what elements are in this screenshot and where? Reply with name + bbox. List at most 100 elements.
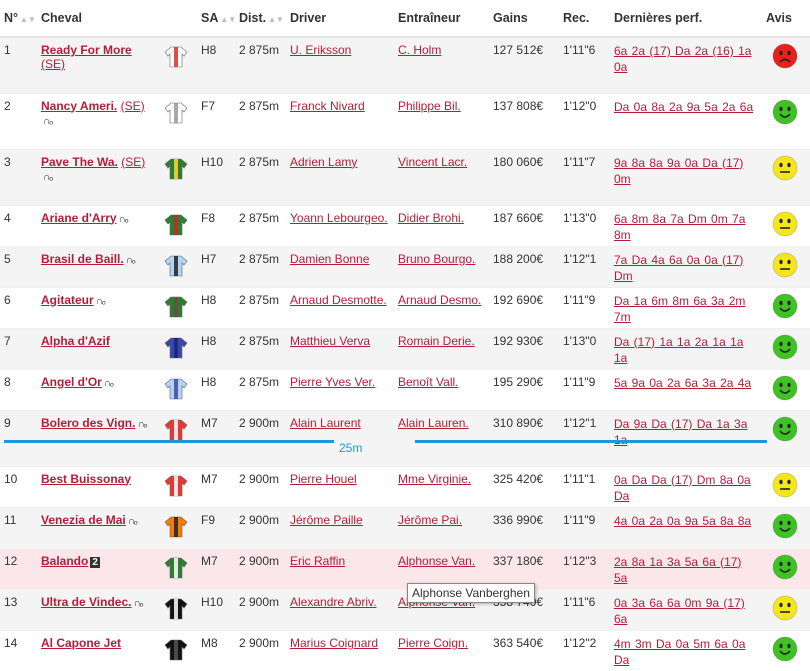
horse-name-link[interactable]: Agitateur (41, 293, 94, 307)
table-row[interactable]: 10 Best Buissonay M7 2 900m Pierre Houel Mme… (0, 465, 810, 507)
driver-link[interactable]: Matthieu Verva (290, 334, 370, 348)
driver-link[interactable]: Marius Coignard (290, 636, 378, 650)
driver-link[interactable]: Pierre Houel (290, 472, 357, 486)
record: 1'11"1 (559, 465, 610, 507)
horse-name-link[interactable]: Pave The Wa. (41, 155, 118, 169)
horse-name-link[interactable]: Alpha d'Azif (41, 334, 110, 348)
table-row[interactable]: 14 Al Capone Jet M8 2 900m Marius Coignard P… (0, 629, 810, 671)
sort-icon[interactable]: ▲▼ (20, 15, 36, 24)
performance-text[interactable]: Da (17) 1a 1a 2a 1a 1a 1a (614, 335, 743, 365)
trainer-link[interactable]: Benoît Vall. (398, 375, 458, 389)
row-number: 13 (0, 588, 37, 630)
horse-name-link[interactable]: Nancy Ameri. (41, 99, 117, 113)
table-row[interactable]: 12 Balando 2 M7 2 900m Eric Raffin Alphonse V… (0, 547, 810, 589)
table-row[interactable]: 8 Angel d'Or ∩ₒ H8 2 875m Pierre Yves Ver. Be… (0, 368, 810, 410)
driver-link[interactable]: Adrien Lamy (290, 155, 357, 169)
driver-link[interactable]: Yoann Lebourgeo. (290, 211, 388, 225)
driver-link[interactable]: U. Eriksson (290, 43, 351, 57)
performance-text[interactable]: Da 1a 6m 8m 6a 3a 2m 7m (614, 294, 745, 324)
trainer-link[interactable]: Romain Derie. (398, 334, 475, 348)
horse-name-link[interactable]: Ready For More (41, 43, 132, 57)
driver-link[interactable]: Arnaud Desmotte. (290, 293, 387, 307)
driver-link[interactable]: Damien Bonne (290, 252, 369, 266)
table-row[interactable]: 6 Agitateur ∩ₒ H8 2 875m Arnaud Desmotte. Arn… (0, 286, 810, 328)
last-performances[interactable]: Da (17) 1a 1a 2a 1a 1a 1a (610, 327, 762, 369)
performance-text[interactable]: 4m 3m Da 0a 5m 6a 0a Da (614, 637, 745, 667)
driver-cell: Pierre Yves Ver. (286, 368, 394, 410)
last-performances[interactable]: 7a Da 4a 6a 0a 0a (17) Dm (610, 245, 762, 287)
driver-link[interactable]: Franck Nivard (290, 99, 365, 113)
table-row[interactable]: 3 Pave The Wa. (SE) ∩ₒ H10 2 875m Adrien Lam… (0, 148, 810, 205)
last-performances[interactable]: Da 0a 8a 2a 9a 5a 2a 6a (610, 92, 762, 149)
driver-link[interactable]: Alain Laurent (290, 416, 361, 430)
trainer-link[interactable]: Alain Lauren. (398, 416, 469, 430)
gains: 137 808€ (489, 92, 559, 149)
last-performances[interactable]: Da 1a 6m 8m 6a 3a 2m 7m (610, 286, 762, 328)
sort-icon[interactable]: ▲▼ (220, 15, 236, 24)
jersey-cell (159, 629, 197, 671)
table-row[interactable]: 13 Ultra de Vindec. ∩ₒ H10 2 900m Alexandre … (0, 588, 810, 630)
horse-name-link[interactable]: Best Buissonay (41, 472, 131, 486)
trainer-link[interactable]: Didier Brohi. (398, 211, 464, 225)
performance-text[interactable]: 6a 2a (17) Da 2a (16) 1a 0a (614, 44, 751, 74)
trainer-link[interactable]: Pierre Coign. (398, 636, 468, 650)
table-row[interactable]: 5 Brasil de Baill. ∩ₒ H7 2 875m Damien Bonne… (0, 245, 810, 287)
header-dist[interactable]: Dist. ▲▼ (235, 0, 286, 38)
jersey-cell (159, 368, 197, 410)
horse-name-link[interactable]: Al Capone Jet (41, 636, 121, 650)
horse-name-link[interactable]: Venezia de Mai (41, 513, 126, 527)
horse-name-link[interactable]: Ariane d'Arry (41, 211, 117, 225)
table-row[interactable]: 7 Alpha d'Azif H8 2 875m Matthieu Verva Roma… (0, 327, 810, 369)
trainer-link[interactable]: Bruno Bourgo. (398, 252, 475, 266)
last-performances[interactable]: 6a 2a (17) Da 2a (16) 1a 0a (610, 36, 762, 93)
last-performances[interactable]: 0a 3a 6a 6a 0m 9a (17) 6a (610, 588, 762, 630)
horse-cell: Venezia de Mai ∩ₒ (37, 506, 159, 548)
performance-text[interactable]: 9a 8a 8a 9a 0a Da (17) 0m (614, 156, 743, 186)
trainer-link[interactable]: Arnaud Desmo. (398, 293, 481, 307)
last-performances[interactable]: 4a 0a 2a 0a 9a 5a 8a 8a (610, 506, 762, 548)
horse-name-link[interactable]: Angel d'Or (41, 375, 102, 389)
driver-link[interactable]: Jérôme Paille (290, 513, 363, 527)
last-performances[interactable]: 0a Da Da (17) Dm 8a 0a Da (610, 465, 762, 507)
performance-text[interactable]: 4a 0a 2a 0a 9a 5a 8a 8a (614, 514, 751, 528)
horseshoe-icon: ∩ₒ (43, 171, 53, 183)
driver-link[interactable]: Alexandre Abriv. (290, 595, 377, 609)
sort-icon[interactable]: ▲▼ (268, 15, 284, 24)
performance-text[interactable]: 7a Da 4a 6a 0a 0a (17) Dm (614, 253, 743, 283)
horse-cell: Bolero des Vign. ∩ₒ (37, 409, 159, 466)
driver-link[interactable]: Eric Raffin (290, 554, 345, 568)
header-gains: Gains (489, 0, 559, 38)
performance-text[interactable]: 0a Da Da (17) Dm 8a 0a Da (614, 473, 751, 503)
horse-name-link[interactable]: Balando (41, 554, 88, 568)
header-sa[interactable]: SA ▲▼ (197, 0, 236, 38)
trainer-link[interactable]: Alphonse Van. (398, 554, 475, 568)
trainer-link[interactable]: Jérôme Pai. (398, 513, 462, 527)
trainer-link[interactable]: C. Holm (398, 43, 441, 57)
table-row[interactable]: 9 Bolero des Vign. ∩ₒ M7 2 900m Alain Lauren… (0, 409, 810, 466)
last-performances[interactable]: 6a 8m 8a 7a Dm 0m 7a 8m (610, 204, 762, 246)
performance-text[interactable]: 2a 8a 1a 3a 5a 6a (17) 5a (614, 555, 741, 585)
last-performances[interactable]: 9a 8a 8a 9a 0a Da (17) 0m (610, 148, 762, 205)
last-performances[interactable]: 4m 3m Da 0a 5m 6a 0a Da (610, 629, 762, 671)
performance-text[interactable]: 5a 9a 0a 2a 6a 3a 2a 4a (614, 376, 751, 390)
horse-name-link[interactable]: Ultra de Vindec. (41, 595, 131, 609)
trainer-link[interactable]: Vincent Lacr. (398, 155, 467, 169)
table-row[interactable]: 1 Ready For More (SE) H8 2 875m U. Eriksson… (0, 36, 810, 93)
last-performances[interactable]: 2a 8a 1a 3a 5a 6a (17) 5a (610, 547, 762, 589)
table-row[interactable]: 2 Nancy Ameri. (SE) ∩ₒ F7 2 875m Franck Niva… (0, 92, 810, 149)
last-performances[interactable]: Da 9a Da (17) Da 1a 3a 1a (610, 409, 762, 466)
trainer-link[interactable]: Philippe Bil. (398, 99, 461, 113)
performance-text[interactable]: 0a 3a 6a 6a 0m 9a (17) 6a (614, 596, 745, 626)
yellow-smiley-icon (772, 595, 798, 620)
table-row[interactable]: 11 Venezia de Mai ∩ₒ F9 2 900m Jérôme Paille… (0, 506, 810, 548)
performance-text[interactable]: Da 0a 8a 2a 9a 5a 2a 6a (614, 100, 753, 114)
distance: 2 875m (235, 327, 286, 369)
table-row[interactable]: 4 Ariane d'Arry ∩ₒ F8 2 875m Yoann Lebourgeo… (0, 204, 810, 246)
horse-name-link[interactable]: Bolero des Vign. (41, 416, 135, 430)
performance-text[interactable]: 6a 8m 8a 7a Dm 0m 7a 8m (614, 212, 745, 242)
last-performances[interactable]: 5a 9a 0a 2a 6a 3a 2a 4a (610, 368, 762, 410)
trainer-link[interactable]: Mme Virginie. (398, 472, 471, 486)
header-num[interactable]: N° ▲▼ (0, 0, 37, 38)
horse-name-link[interactable]: Brasil de Baill. (41, 252, 124, 266)
driver-link[interactable]: Pierre Yves Ver. (290, 375, 375, 389)
